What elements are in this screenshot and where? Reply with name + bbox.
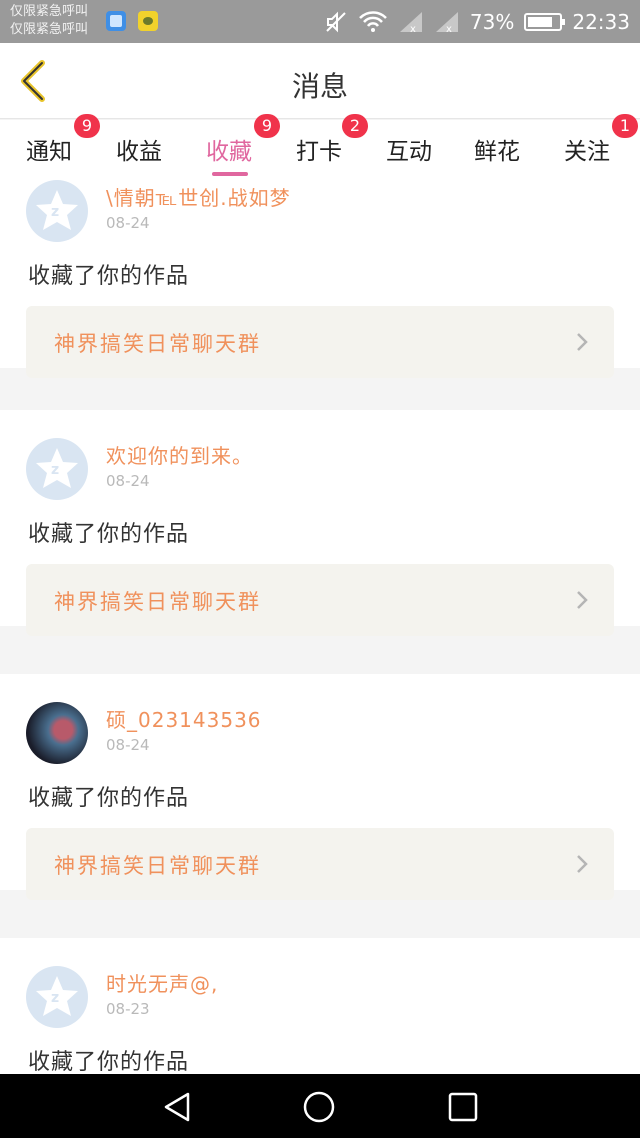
carrier-line-2: 仅限紧急呼叫 [10, 22, 89, 37]
chevron-right-icon [577, 855, 588, 873]
work-title: 神界搞笑日常聊天群 [54, 854, 261, 878]
action-text: 收藏了你的作品 [28, 264, 190, 289]
chevron-right-icon [577, 333, 588, 351]
photo-avatar-icon[interactable] [26, 702, 88, 764]
user-name[interactable]: 硕_023143536 [106, 704, 262, 733]
page-title: 消息 [291, 70, 348, 103]
mute-icon [326, 11, 346, 32]
work-card[interactable]: 神界搞笑日常聊天群 [26, 306, 614, 378]
recents-square-icon[interactable] [446, 1090, 480, 1124]
clock: 22:33 [572, 9, 630, 34]
list-item: z \情朝℡世创.战如梦 08-24 收藏了你的作品 神界搞笑日常聊天群 [0, 176, 640, 378]
date: 08-24 [106, 736, 150, 754]
home-circle-icon[interactable] [302, 1090, 336, 1124]
svg-text:z: z [51, 990, 59, 1006]
work-card[interactable]: 神界搞笑日常聊天群 [26, 828, 614, 900]
tab-bar: 通知 9 收益 收藏 9 打卡 2 互动 鲜花 关注 1 [0, 114, 640, 176]
date: 08-24 [106, 214, 150, 232]
wifi-icon [359, 10, 387, 32]
tab-flowers[interactable]: 鲜花 [474, 132, 520, 166]
default-avatar-icon[interactable]: z [26, 438, 88, 500]
svg-text:x: x [446, 24, 452, 34]
back-triangle-icon[interactable] [160, 1090, 194, 1124]
svg-text:z: z [51, 204, 59, 220]
list-item: z 时光无声@, 08-23 收藏了你的作品 [0, 938, 640, 1074]
tab-notify[interactable]: 通知 [26, 132, 72, 166]
work-title: 神界搞笑日常聊天群 [54, 590, 261, 614]
default-avatar-icon[interactable]: z [26, 180, 88, 242]
signal-icon: x [399, 11, 422, 34]
gallery-notification-icon [106, 11, 126, 31]
user-name[interactable]: 欢迎你的到来。 [106, 440, 253, 469]
status-bar: 仅限紧急呼叫 仅限紧急呼叫 x x 73% 22:33 [0, 0, 640, 43]
tab-favorites[interactable]: 收藏 [206, 132, 252, 166]
date: 08-24 [106, 472, 150, 490]
work-title: 神界搞笑日常聊天群 [54, 332, 261, 356]
svg-text:x: x [410, 24, 416, 34]
svg-text:z: z [51, 462, 59, 478]
signal-icon-2: x [435, 11, 458, 34]
tab-interaction[interactable]: 互动 [386, 132, 432, 166]
carrier-text: 仅限紧急呼叫 仅限紧急呼叫 [10, 3, 88, 39]
header: 消息 [0, 43, 640, 119]
action-text: 收藏了你的作品 [28, 522, 190, 547]
carrier-line-1: 仅限紧急呼叫 [10, 4, 89, 19]
user-name[interactable]: 时光无声@, [106, 968, 218, 997]
tab-checkin-badge: 2 [342, 114, 368, 138]
list-item: 硕_023143536 08-24 收藏了你的作品 神界搞笑日常聊天群 [0, 674, 640, 900]
tab-checkin[interactable]: 打卡 [296, 132, 342, 166]
battery-percent: 73% [469, 9, 515, 34]
tab-notify-badge: 9 [74, 114, 100, 138]
action-text: 收藏了你的作品 [28, 786, 190, 811]
tab-following-badge: 1 [612, 114, 638, 138]
date: 08-23 [106, 1000, 150, 1018]
battery-icon [524, 12, 566, 31]
user-name[interactable]: \情朝℡世创.战如梦 [106, 182, 291, 211]
work-card[interactable]: 神界搞笑日常聊天群 [26, 564, 614, 636]
app-notification-icon [138, 11, 158, 31]
tab-favorites-badge: 9 [254, 114, 280, 138]
action-text: 收藏了你的作品 [28, 1050, 190, 1074]
list-item: z 欢迎你的到来。 08-24 收藏了你的作品 神界搞笑日常聊天群 [0, 410, 640, 636]
chevron-right-icon [577, 591, 588, 609]
tab-earnings[interactable]: 收益 [116, 132, 162, 166]
message-list[interactable]: z \情朝℡世创.战如梦 08-24 收藏了你的作品 神界搞笑日常聊天群 z 欢… [0, 176, 640, 1074]
system-nav-bar [0, 1074, 640, 1138]
tab-following[interactable]: 关注 [564, 132, 610, 166]
default-avatar-icon[interactable]: z [26, 966, 88, 1028]
